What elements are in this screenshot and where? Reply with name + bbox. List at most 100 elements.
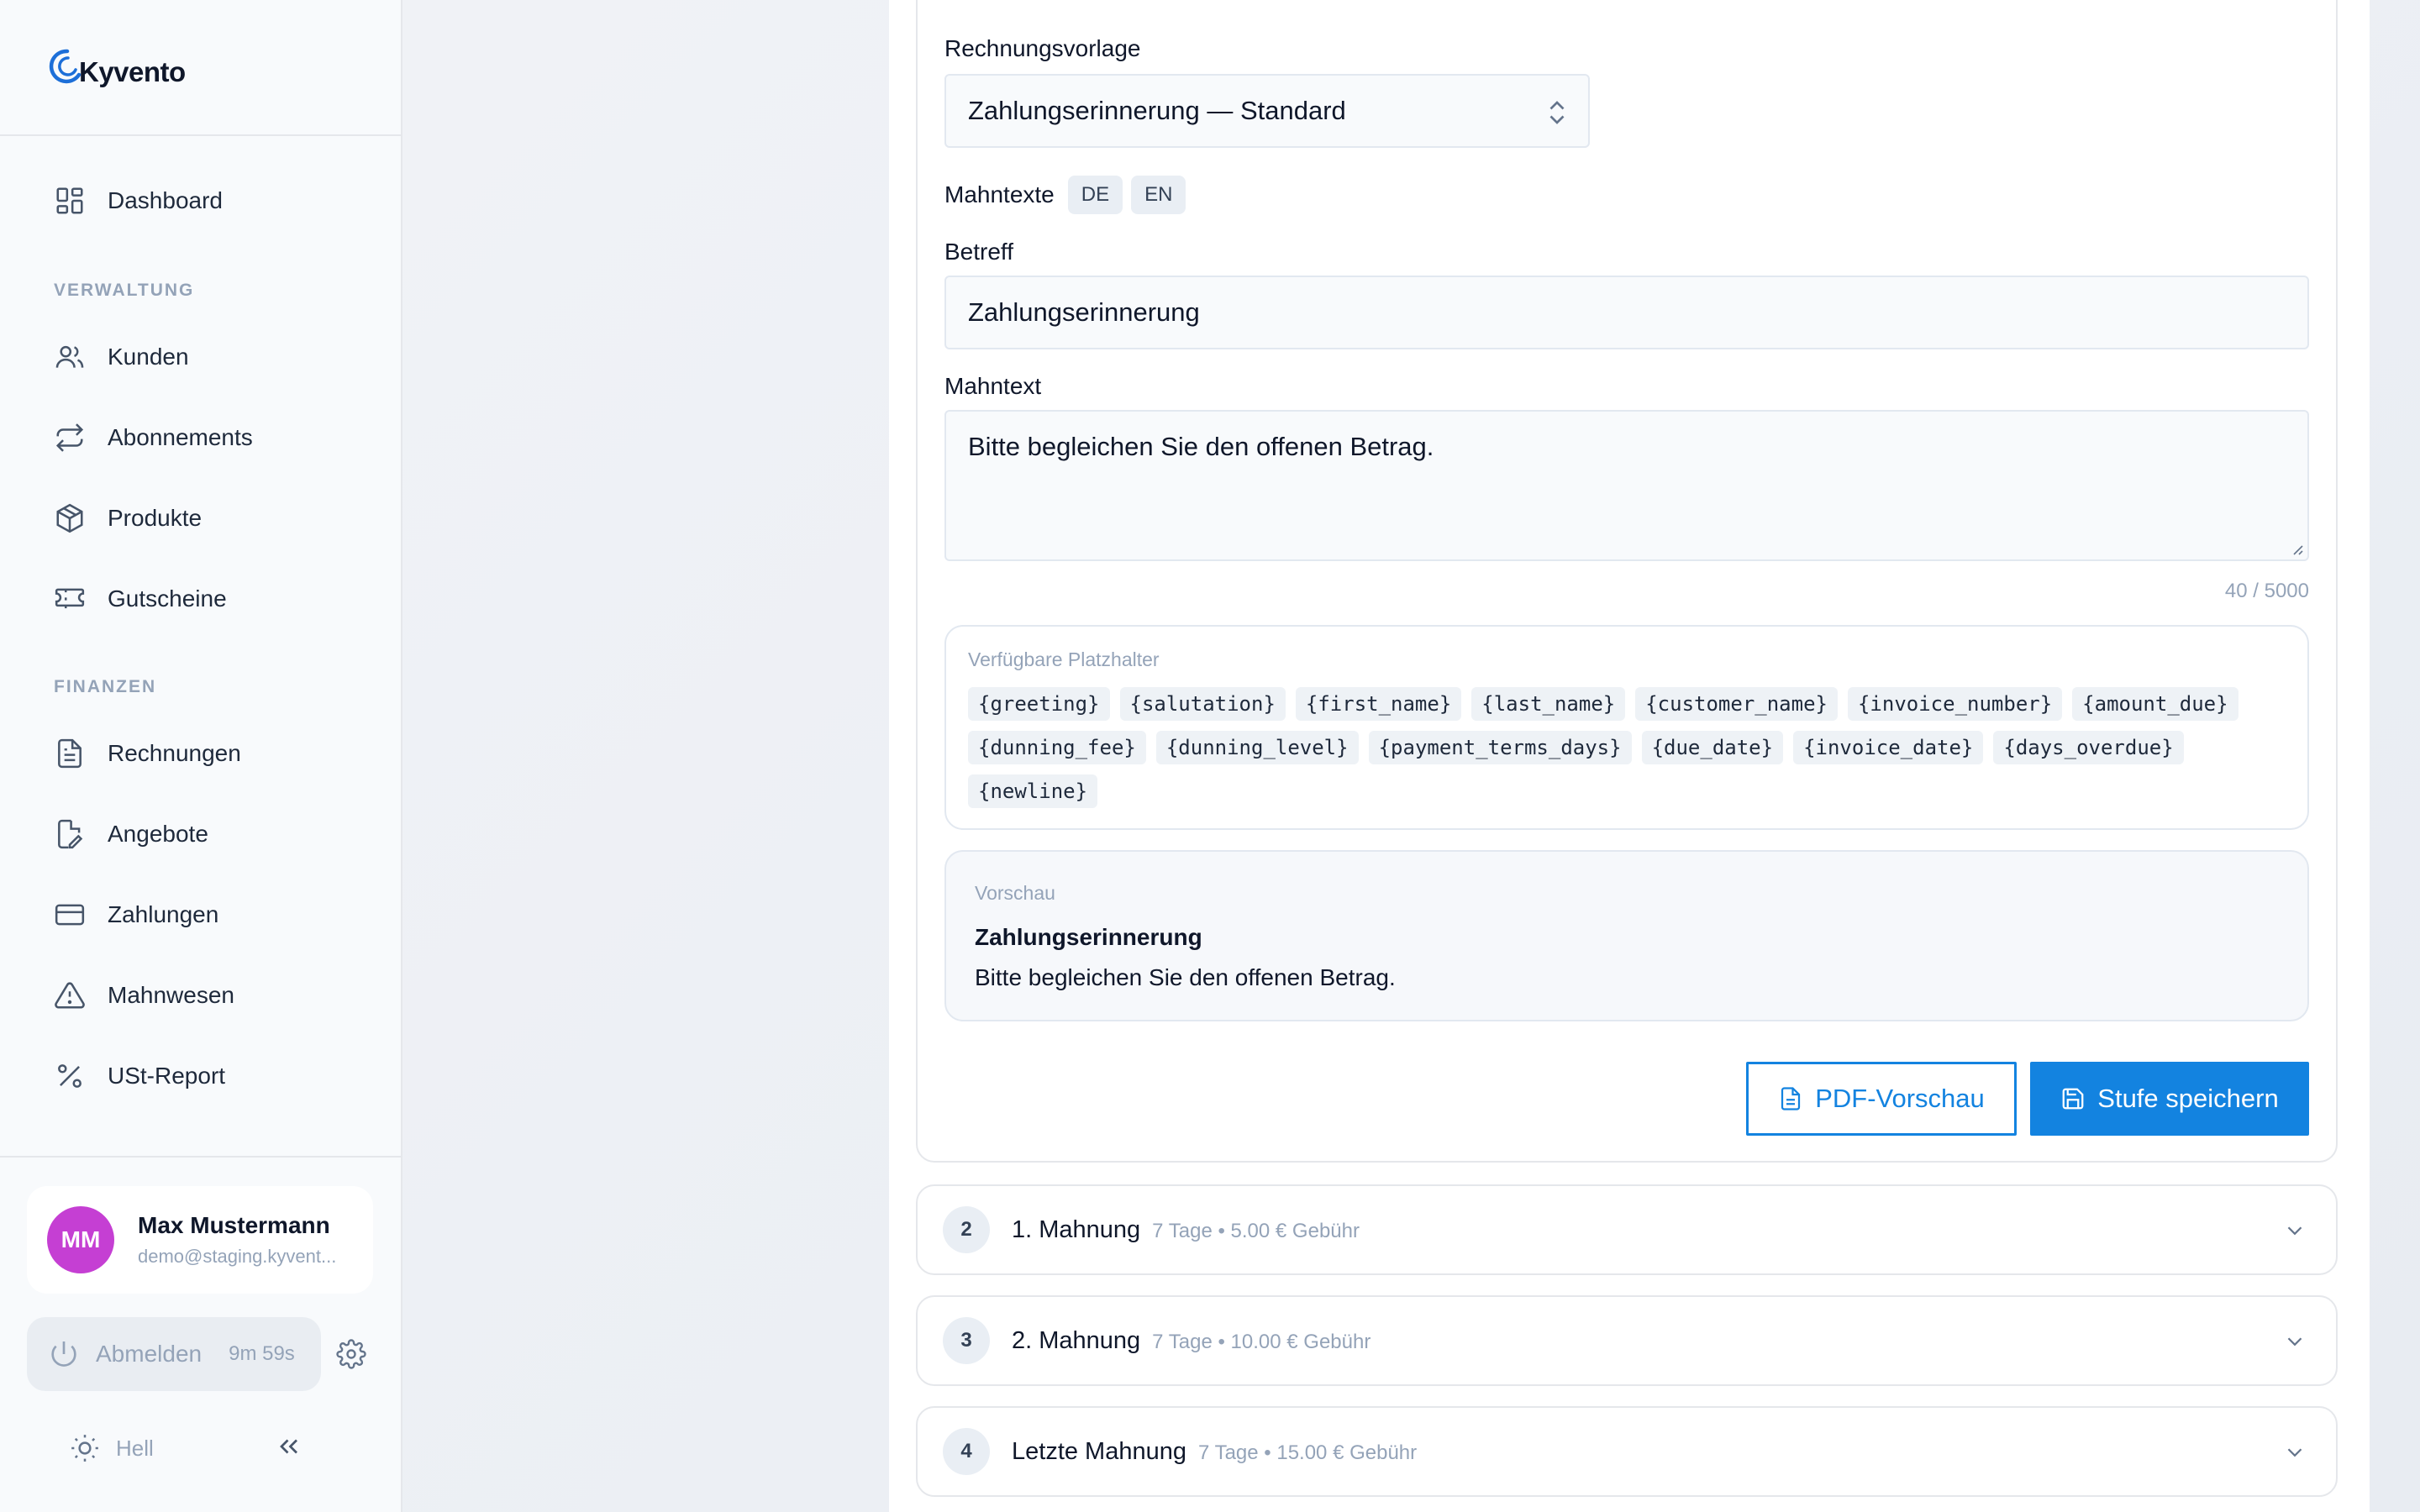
placeholder-chip[interactable]: {first_name} — [1295, 687, 1462, 721]
placeholder-chip[interactable]: {invoice_date} — [1793, 731, 1984, 764]
placeholder-chip[interactable]: {greeting} — [968, 687, 1110, 721]
document-icon — [1781, 1087, 1801, 1110]
nav-item-rechnungen[interactable]: Rechnungen — [54, 732, 241, 774]
nav-item-label: Produkte — [108, 505, 203, 531]
credit-card-icon — [55, 904, 85, 926]
logout-label: Abmelden — [96, 1341, 203, 1367]
step-title: 2. Mahnung 7 Tage • 10.00 € Gebühr — [1012, 1327, 1370, 1355]
texts-label: Mahntexte — [944, 181, 1055, 207]
placeholder-panel: Verfügbare Platzhalter {greeting} {salut… — [944, 625, 2309, 830]
percent-icon — [58, 1064, 82, 1088]
placeholder-title: Verfügbare Platzhalter — [968, 648, 1160, 670]
user-info: Max Mustermann demo@staging.kyvent... — [138, 1212, 336, 1268]
avatar: MM — [47, 1206, 114, 1273]
subject-input[interactable]: Zahlungserinnerung — [944, 276, 2309, 349]
logout-button[interactable]: Abmelden 9m 59s — [27, 1317, 321, 1391]
placeholder-chip[interactable]: {dunning_fee} — [968, 731, 1146, 764]
nav-item-label: Dashboard — [108, 187, 223, 213]
chevron-down-icon[interactable] — [2282, 1440, 2307, 1465]
language-tab-de[interactable]: DE — [1067, 176, 1123, 214]
template-select[interactable]: Zahlungserinnerung — Standard — [944, 74, 1590, 148]
subject-input-value: Zahlungserinnerung — [968, 297, 1200, 327]
placeholder-chip[interactable]: {invoice_number} — [1847, 687, 2063, 721]
nav-item-label: USt-Report — [108, 1063, 226, 1089]
step-number-badge: 4 — [943, 1428, 990, 1475]
step-title-text: 1. Mahnung — [1012, 1216, 1141, 1243]
placeholder-chip[interactable]: {amount_due} — [2072, 687, 2238, 721]
nav-item-label: Gutscheine — [108, 585, 227, 612]
dunning-step-row[interactable]: 3 2. Mahnung 7 Tage • 10.00 € Gebühr — [916, 1295, 2338, 1386]
save-step-label: Stufe speichern — [2097, 1084, 2279, 1113]
nav-item-label: Rechnungen — [108, 740, 241, 766]
gear-icon[interactable] — [336, 1339, 366, 1369]
language-tab-en[interactable]: EN — [1131, 176, 1186, 214]
sidebar: Kyvento Dashboard VERWALTUNG Kunden Abon… — [0, 0, 402, 1512]
warning-triangle-icon — [55, 982, 85, 1009]
nav-item-label: Abonnements — [108, 424, 253, 450]
user-email: demo@staging.kyvent... — [138, 1246, 337, 1267]
placeholder-chip[interactable]: {newline} — [968, 774, 1098, 808]
save-icon — [2062, 1088, 2084, 1110]
chevron-down-icon[interactable] — [2282, 1329, 2307, 1354]
nav-item-kunden[interactable]: Kunden — [54, 336, 189, 378]
body-textarea[interactable]: Bitte begleichen Sie den offenen Betrag. — [944, 410, 2309, 561]
dunning-step-row[interactable]: 2 1. Mahnung 7 Tage • 5.00 € Gebühr — [916, 1184, 2338, 1275]
placeholder-chip[interactable]: {days_overdue} — [1993, 731, 2184, 764]
preview-body: Bitte begleichen Sie den offenen Betrag. — [975, 964, 1396, 990]
step-meta: 7 Tage • 10.00 € Gebühr — [1152, 1331, 1371, 1353]
placeholder-chip[interactable]: {payment_terms_days} — [1368, 731, 1632, 764]
nav-item-dashboard[interactable]: Dashboard — [54, 180, 223, 222]
dunning-step-row[interactable]: 4 Letzte Mahnung 7 Tage • 15.00 € Gebühr — [916, 1406, 2338, 1497]
nav-item-abonnements[interactable]: Abonnements — [54, 417, 253, 459]
placeholder-chip[interactable]: {customer_name} — [1635, 687, 1838, 721]
nav-item-zahlungen[interactable]: Zahlungen — [54, 894, 218, 936]
language-row: Mahntexte DE EN — [944, 175, 1194, 215]
nav-item-label: Angebote — [108, 821, 208, 847]
ticket-icon — [55, 588, 85, 609]
theme-label: Hell — [116, 1435, 154, 1461]
user-card[interactable]: MM Max Mustermann demo@staging.kyvent... — [27, 1186, 373, 1294]
step-meta: 7 Tage • 5.00 € Gebühr — [1152, 1220, 1360, 1242]
brand-logo[interactable]: Kyvento — [45, 44, 186, 92]
placeholder-chip[interactable]: {due_date} — [1641, 731, 1784, 764]
nav-item-label: Zahlungen — [108, 901, 219, 927]
package-icon — [56, 503, 83, 533]
save-step-button[interactable]: Stufe speichern — [2030, 1062, 2309, 1136]
placeholder-chip[interactable]: {dunning_level} — [1155, 731, 1359, 764]
nav-item-produkte[interactable]: Produkte — [54, 497, 202, 539]
preview-subject: Zahlungserinnerung — [975, 924, 1202, 950]
preview-label: Vorschau — [975, 882, 1055, 904]
template-select-value: Zahlungserinnerung — Standard — [968, 96, 1346, 125]
placeholder-row: {greeting} {salutation} {first_name} {la… — [968, 687, 2249, 721]
chevron-down-icon[interactable] — [2282, 1218, 2307, 1243]
step-title: Letzte Mahnung 7 Tage • 15.00 € Gebühr — [1012, 1438, 1417, 1466]
brand-name: Kyvento — [79, 56, 186, 87]
users-icon — [55, 345, 84, 368]
resize-handle-icon[interactable] — [2289, 541, 2304, 556]
user-name: Max Mustermann — [138, 1212, 330, 1238]
divider — [0, 134, 402, 136]
step-meta: 7 Tage • 15.00 € Gebühr — [1197, 1441, 1418, 1464]
nav-item-angebote[interactable]: Angebote — [54, 813, 208, 855]
step-title: 1. Mahnung 7 Tage • 5.00 € Gebühr — [1012, 1216, 1360, 1244]
chevrons-left-icon[interactable] — [274, 1431, 304, 1462]
dashboard-icon — [56, 187, 83, 214]
template-label: Rechnungsvorlage — [944, 35, 1141, 61]
step-number-badge: 2 — [943, 1206, 990, 1253]
sun-icon — [71, 1435, 98, 1462]
placeholder-chip[interactable]: {last_name} — [1471, 687, 1626, 721]
nav-item-gutscheine[interactable]: Gutscheine — [54, 578, 227, 620]
pdf-preview-button[interactable]: PDF-Vorschau — [1746, 1062, 2017, 1136]
placeholder-chip[interactable]: {salutation} — [1119, 687, 1286, 721]
subject-label: Betreff — [944, 239, 1013, 265]
step-title-text: 2. Mahnung — [1012, 1327, 1141, 1354]
theme-toggle[interactable]: Hell — [69, 1430, 154, 1467]
session-timer: 9m 59s — [229, 1342, 295, 1365]
nav-item-mahnwesen[interactable]: Mahnwesen — [54, 974, 234, 1016]
placeholder-row: {newline} — [968, 774, 1107, 808]
repeat-icon — [55, 423, 84, 452]
nav-item-ust-report[interactable]: USt-Report — [54, 1055, 225, 1097]
step-title-text: Letzte Mahnung — [1012, 1438, 1186, 1465]
body-label: Mahntext — [944, 373, 1042, 399]
divider — [0, 1156, 402, 1158]
